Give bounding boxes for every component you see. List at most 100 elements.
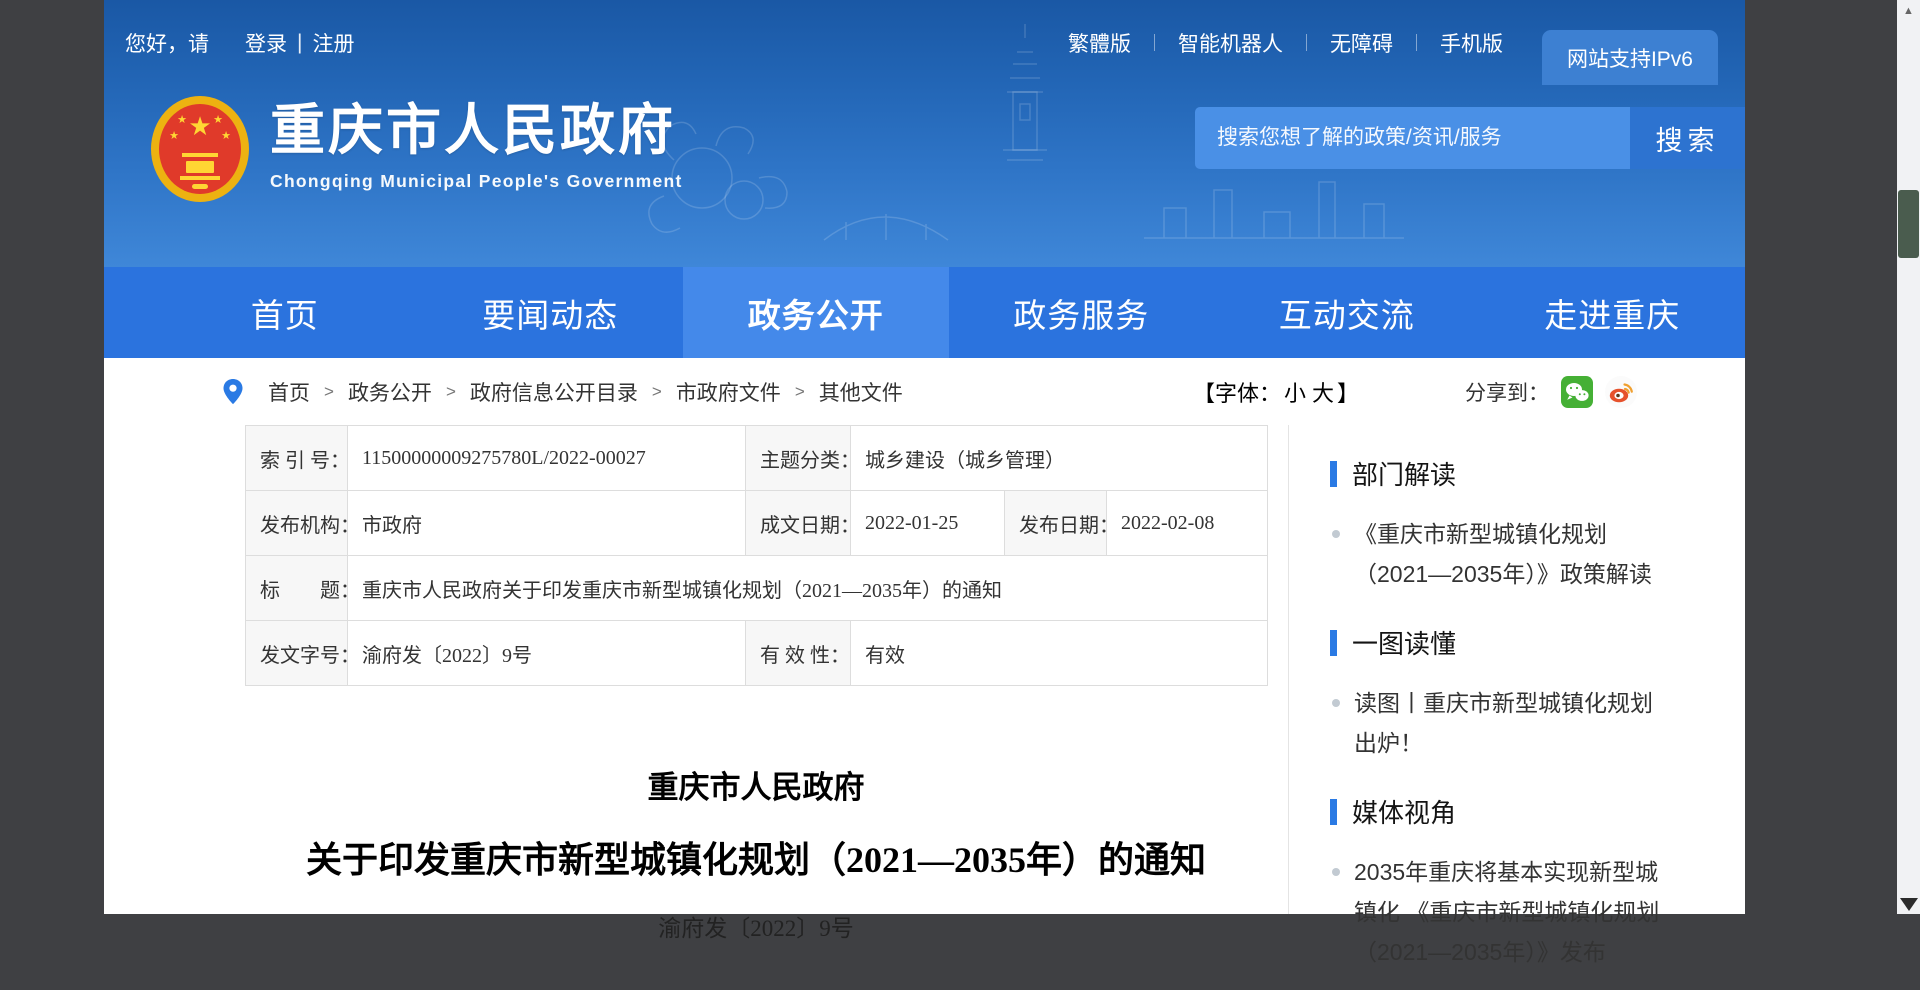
breadcrumb-current: 其他文件 xyxy=(819,377,903,407)
header-main-row: ★ ★ ★ ★ ★ 重庆市人民政府 Chongqing Municipal Pe… xyxy=(104,85,1745,267)
list-item[interactable]: 2035年重庆将基本实现新型城镇化 《重庆市新型城镇化规划（2021—2035年… xyxy=(1330,852,1750,972)
sidebar-section-header: 一图读懂 xyxy=(1330,624,1750,661)
page-body: 索 引 号： 11500000009275780L/2022-00027 主题分… xyxy=(104,425,1745,914)
breadcrumb-separator: > xyxy=(324,382,334,402)
svg-text:★: ★ xyxy=(221,130,231,142)
accessibility-link[interactable]: 无障碍 xyxy=(1307,28,1416,58)
scrollbar-thumb[interactable] xyxy=(1898,190,1919,258)
list-item[interactable]: 《重庆市新型城镇化规划（2021—2035年）》政策解读 xyxy=(1330,514,1750,594)
sidebar-section-header: 媒体视角 xyxy=(1330,793,1750,830)
section-accent-bar xyxy=(1330,799,1337,825)
login-register-divider: | xyxy=(297,31,302,55)
ipv6-support-badge[interactable]: 网站支持IPv6 xyxy=(1542,30,1718,85)
validity-label: 有 效 性： xyxy=(746,621,851,686)
main-nav: 首页 要闻动态 政务公开 政务服务 互动交流 走进重庆 xyxy=(104,267,1745,358)
doc-title-label: 标 题： xyxy=(246,556,348,621)
section-title: 媒体视角 xyxy=(1352,793,1456,830)
svg-text:★: ★ xyxy=(213,114,223,126)
related-sidebar: 部门解读 《重庆市新型城镇化规划（2021—2035年）》政策解读 一图读懂 读… xyxy=(1330,425,1750,990)
site-subtitle: Chongqing Municipal People's Government xyxy=(270,171,683,192)
breadcrumb-city-gov-docs[interactable]: 市政府文件 xyxy=(676,377,781,407)
nav-item-news[interactable]: 要闻动态 xyxy=(418,267,684,358)
list-item[interactable]: 读图丨重庆市新型城镇化规划出炉！ xyxy=(1330,683,1750,763)
bullet-dot-icon xyxy=(1332,530,1340,538)
table-row: 发布机构： 市政府 成文日期： 2022-01-25 发布日期： 2022-02… xyxy=(246,491,1268,556)
doc-number-value: 渝府发〔2022〕9号 xyxy=(348,621,746,686)
site-logo[interactable]: ★ ★ ★ ★ ★ 重庆市人民政府 Chongqing Municipal Pe… xyxy=(150,87,683,203)
document-main-column: 索 引 号： 11500000009275780L/2022-00027 主题分… xyxy=(245,425,1267,943)
column-divider xyxy=(1288,425,1289,914)
written-date-value: 2022-01-25 xyxy=(851,491,1005,556)
nav-item-interaction[interactable]: 互动交流 xyxy=(1214,267,1480,358)
scroll-up-arrow[interactable]: ▲ xyxy=(1897,5,1920,17)
register-link[interactable]: 注册 xyxy=(312,28,354,58)
search-input[interactable] xyxy=(1195,107,1630,169)
font-size-label: 【字体： xyxy=(1193,381,1281,406)
sidebar-link[interactable]: 读图丨重庆市新型城镇化规划出炉！ xyxy=(1354,683,1666,763)
share-label: 分享到： xyxy=(1465,377,1549,407)
sidebar-link[interactable]: 《重庆市新型城镇化规划（2021—2035年）》政策解读 xyxy=(1354,514,1666,594)
breadcrumb-separator: > xyxy=(795,382,805,402)
svg-text:★: ★ xyxy=(188,111,211,141)
publish-date-value: 2022-02-08 xyxy=(1107,491,1268,556)
site-page: 您好，请 登录 | 注册 繁體版 智能机器人 无障碍 手机版 网站支持IPv6 xyxy=(104,0,1745,914)
breadcrumb-separator: > xyxy=(652,382,662,402)
smart-robot-link[interactable]: 智能机器人 xyxy=(1155,28,1306,58)
nav-item-about-chongqing[interactable]: 走进重庆 xyxy=(1480,267,1746,358)
font-size-label-close: 】 xyxy=(1337,381,1359,406)
traditional-chinese-link[interactable]: 繁體版 xyxy=(1045,28,1154,58)
index-number-value: 11500000009275780L/2022-00027 xyxy=(348,426,746,491)
topic-category-label: 主题分类： xyxy=(746,426,851,491)
national-emblem-icon: ★ ★ ★ ★ ★ xyxy=(150,95,250,203)
wechat-share-icon[interactable] xyxy=(1561,376,1593,408)
table-row: 发文字号： 渝府发〔2022〕9号 有 效 性： 有效 xyxy=(246,621,1268,686)
topic-category-value: 城乡建设（城乡管理） xyxy=(851,426,1268,491)
topbar-utility-links: 繁體版 智能机器人 无障碍 手机版 网站支持IPv6 xyxy=(1045,0,1718,85)
sidebar-link[interactable]: 2035年重庆将基本实现新型城镇化 《重庆市新型城镇化规划（2021—2035年… xyxy=(1354,852,1666,972)
breadcrumb-row: 首页 > 政务公开 > 政府信息公开目录 > 市政府文件 > 其他文件 【字体：… xyxy=(104,358,1745,425)
validity-value: 有效 xyxy=(851,621,1268,686)
breadcrumb-gov-disclosure[interactable]: 政务公开 xyxy=(348,377,432,407)
doc-title-value: 重庆市人民政府关于印发重庆市新型城镇化规划（2021—2035年）的通知 xyxy=(348,556,1268,621)
search-bar: 搜索 xyxy=(1195,107,1745,169)
section-accent-bar xyxy=(1330,630,1337,656)
doc-number-label: 发文字号： xyxy=(246,621,348,686)
font-size-small-button[interactable]: 小 xyxy=(1284,381,1306,406)
bullet-dot-icon xyxy=(1332,868,1340,876)
weibo-share-icon[interactable] xyxy=(1605,376,1637,408)
article-doc-number: 渝府发〔2022〕9号 xyxy=(245,909,1267,943)
font-size-control: 【字体：小大】 xyxy=(1193,376,1359,408)
breadcrumb-info-catalog[interactable]: 政府信息公开目录 xyxy=(470,377,638,407)
greeting-text: 您好，请 xyxy=(125,28,209,58)
breadcrumb-home[interactable]: 首页 xyxy=(268,377,310,407)
section-title: 部门解读 xyxy=(1352,455,1456,492)
scrollbar: ▲ xyxy=(1897,0,1920,914)
breadcrumb-separator: > xyxy=(446,382,456,402)
nav-item-gov-disclosure[interactable]: 政务公开 xyxy=(683,267,949,358)
sidebar-section-interpretation: 部门解读 《重庆市新型城镇化规划（2021—2035年）》政策解读 xyxy=(1330,455,1750,594)
table-row: 索 引 号： 11500000009275780L/2022-00027 主题分… xyxy=(246,426,1268,491)
site-title: 重庆市人民政府 xyxy=(270,103,683,158)
font-size-large-button[interactable]: 大 xyxy=(1312,381,1334,406)
svg-text:★: ★ xyxy=(169,130,179,142)
written-date-label: 成文日期： xyxy=(746,491,851,556)
sidebar-section-infographic: 一图读懂 读图丨重庆市新型城镇化规划出炉！ xyxy=(1330,624,1750,763)
breadcrumb: 首页 > 政务公开 > 政府信息公开目录 > 市政府文件 > 其他文件 xyxy=(268,377,1193,407)
nav-item-home[interactable]: 首页 xyxy=(152,267,418,358)
section-accent-bar xyxy=(1330,461,1337,487)
nav-item-gov-services[interactable]: 政务服务 xyxy=(949,267,1215,358)
login-link[interactable]: 登录 xyxy=(245,28,287,58)
issuer-value: 市政府 xyxy=(348,491,746,556)
section-title: 一图读懂 xyxy=(1352,624,1456,661)
search-button[interactable]: 搜索 xyxy=(1630,107,1745,169)
sidebar-section-header: 部门解读 xyxy=(1330,455,1750,492)
scroll-down-arrow[interactable] xyxy=(1900,898,1918,911)
mobile-version-link[interactable]: 手机版 xyxy=(1417,28,1526,58)
site-title-block: 重庆市人民政府 Chongqing Municipal People's Gov… xyxy=(270,87,683,192)
index-number-label: 索 引 号： xyxy=(246,426,348,491)
article-title-line1: 重庆市人民政府 xyxy=(245,762,1267,807)
bullet-dot-icon xyxy=(1332,699,1340,707)
sidebar-section-media-view: 媒体视角 2035年重庆将基本实现新型城镇化 《重庆市新型城镇化规划（2021—… xyxy=(1330,793,1750,972)
share-controls: 分享到： xyxy=(1465,376,1637,408)
topbar-account-area: 您好，请 登录 | 注册 xyxy=(125,28,364,58)
